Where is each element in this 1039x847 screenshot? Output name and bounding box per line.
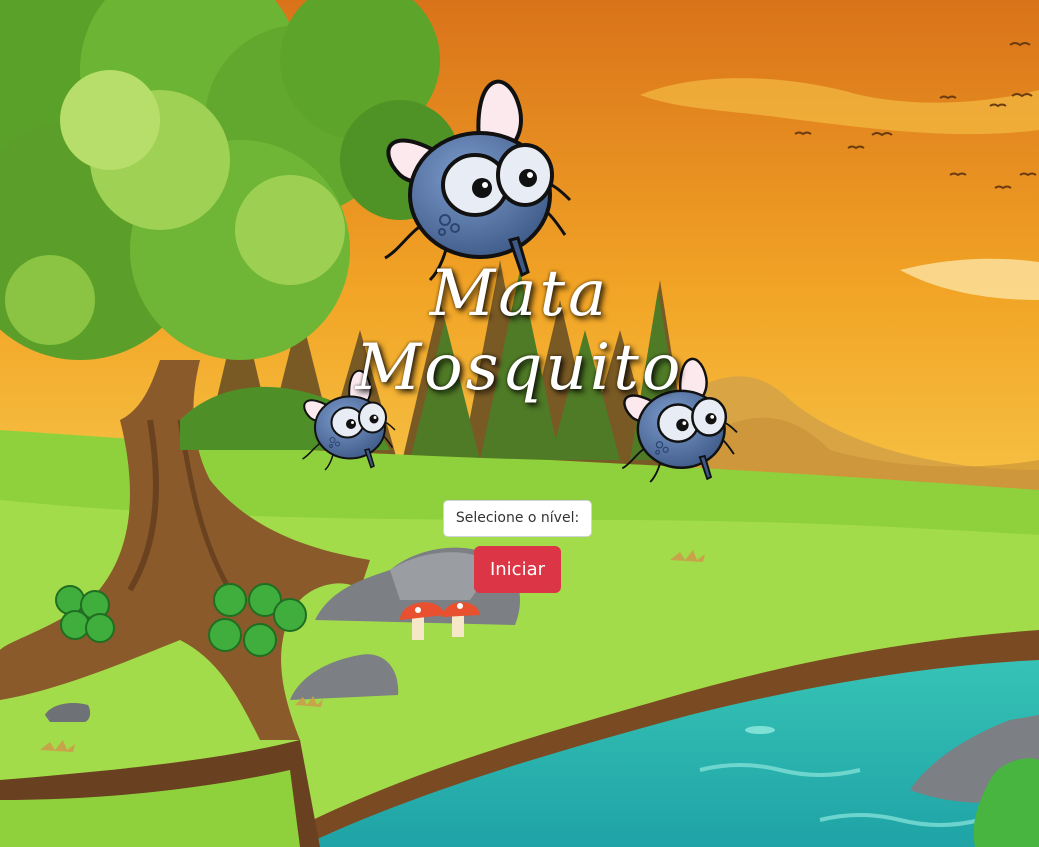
game-title-line-1: Mata — [429, 257, 610, 331]
game-title-line-2: Mosquito — [355, 331, 684, 405]
level-select[interactable]: Selecione o nível: — [443, 500, 592, 537]
game-start-screen: Mata Mosquito Selecione o nível: Iniciar — [0, 0, 1039, 847]
start-button[interactable]: Iniciar — [474, 546, 561, 593]
forest-background — [0, 0, 1039, 847]
